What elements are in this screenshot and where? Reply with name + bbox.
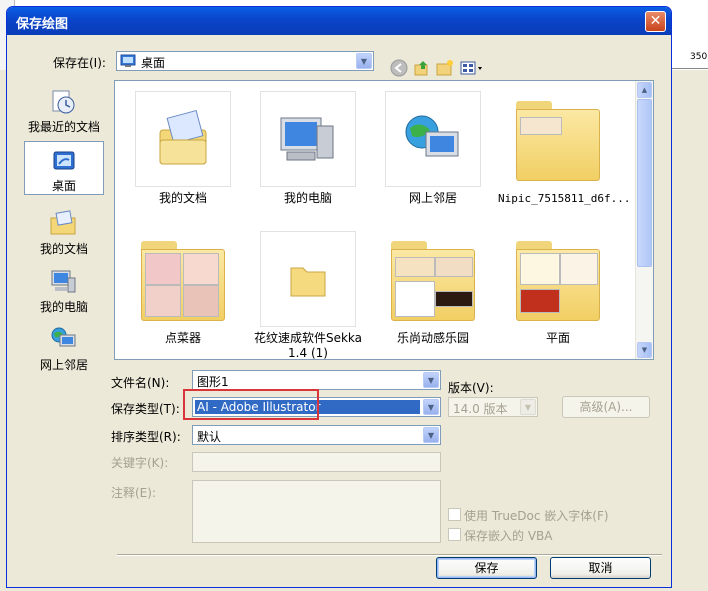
file-item[interactable]: 网上邻居 xyxy=(373,91,493,221)
place-network[interactable]: 网上邻居 xyxy=(21,320,107,374)
file-item[interactable]: 平面 xyxy=(498,231,618,359)
file-item[interactable]: 我的文档 xyxy=(123,91,243,221)
file-name: 乐尚动感乐园 xyxy=(396,331,469,345)
folder-icon xyxy=(141,241,225,321)
file-thumbnail xyxy=(260,231,356,327)
vba-checkbox[interactable] xyxy=(448,528,461,541)
background-ruler: 350 xyxy=(672,46,708,69)
close-button[interactable]: ✕ xyxy=(645,11,666,32)
version-label: 版本(V): xyxy=(448,381,494,395)
file-list-scrollbar[interactable]: ▲ ▼ xyxy=(635,81,653,359)
desktop-small-icon xyxy=(120,54,136,67)
file-list[interactable]: 我的文档 我的电脑 网上邻居 Nipic_7515811_d6f... 点菜器 … xyxy=(114,80,654,360)
cancel-button[interactable]: 取消 xyxy=(550,557,651,579)
savetype-label: 保存类型(T): xyxy=(111,402,180,416)
dialog-title: 保存绘图 xyxy=(16,17,69,32)
back-icon[interactable] xyxy=(390,59,408,77)
chevron-down-icon[interactable]: ▼ xyxy=(520,399,536,415)
file-item[interactable]: 我的电脑 xyxy=(248,91,368,221)
file-name: 我的电脑 xyxy=(283,191,332,205)
place-recent-documents[interactable]: 我最近的文档 xyxy=(21,82,107,136)
notes-label: 注释(E): xyxy=(111,486,156,500)
truedoc-label: 使用 TrueDoc 嵌入字体(F) xyxy=(464,509,609,523)
keyword-label: 关键字(K): xyxy=(111,456,169,470)
network-icon xyxy=(51,327,76,347)
file-item[interactable]: Nipic_7515811_d6f... xyxy=(498,91,631,221)
scrollbar-thumb[interactable] xyxy=(637,99,652,267)
up-folder-icon[interactable] xyxy=(413,59,431,77)
place-my-computer[interactable]: 我的电脑 xyxy=(21,262,107,316)
notes-textarea[interactable] xyxy=(192,480,441,543)
file-name: Nipic_7515811_d6f... xyxy=(498,192,631,205)
filename-combo[interactable]: 图形1 ▼ xyxy=(192,370,441,390)
sorttype-combo[interactable]: 默认 ▼ xyxy=(192,425,441,445)
title-bar[interactable]: 保存绘图 ✕ xyxy=(7,7,671,35)
place-my-documents[interactable]: 我的文档 xyxy=(21,204,107,258)
file-thumbnail xyxy=(135,231,231,327)
chevron-down-icon[interactable]: ▼ xyxy=(356,53,372,69)
truedoc-checkbox[interactable] xyxy=(448,508,461,521)
folder-icon xyxy=(516,241,600,321)
keyword-input[interactable] xyxy=(192,452,441,472)
file-thumbnail xyxy=(385,231,481,327)
file-thumbnail xyxy=(510,231,606,327)
folder-icon xyxy=(391,241,475,321)
recent-docs-icon xyxy=(52,90,75,114)
save-in-combo[interactable]: 桌面 ▼ xyxy=(116,51,374,71)
places-bar: 我最近的文档 桌面 我的文档 我的电脑 网上邻居 xyxy=(21,82,107,552)
file-name: 网上邻居 xyxy=(408,191,457,205)
chevron-down-icon[interactable]: ▼ xyxy=(423,399,439,415)
save-button[interactable]: 保存 xyxy=(436,557,537,579)
view-menu-icon[interactable] xyxy=(460,59,484,77)
save-drawing-dialog: 保存绘图 ✕ 保存在(I): 桌面 ▼ 我最近的文档 桌面 我的文档 我的电脑 … xyxy=(6,6,672,588)
vba-label: 保存嵌入的 VBA xyxy=(464,529,553,543)
separator xyxy=(117,554,662,556)
file-name: 我的文档 xyxy=(158,191,207,205)
folder-icon xyxy=(290,267,326,297)
file-name: 平面 xyxy=(545,331,570,345)
file-thumbnail xyxy=(385,91,481,187)
desktop-icon xyxy=(53,151,75,170)
file-name: 花纹速成软件Sekka 1.4 (1) xyxy=(253,331,363,360)
file-item[interactable]: 乐尚动感乐园 xyxy=(373,231,493,359)
my-documents-icon xyxy=(159,109,207,165)
sorttype-label: 排序类型(R): xyxy=(111,430,181,444)
file-name: 点菜器 xyxy=(164,331,201,345)
close-icon: ✕ xyxy=(649,13,662,29)
place-desktop[interactable]: 桌面 xyxy=(24,141,104,195)
folder-icon xyxy=(516,101,600,181)
file-thumbnail xyxy=(510,91,606,187)
chevron-down-icon[interactable]: ▼ xyxy=(423,372,439,388)
file-thumbnail xyxy=(135,91,231,187)
sorttype-value: 默认 xyxy=(197,430,222,444)
version-combo[interactable]: 14.0 版本 ▼ xyxy=(448,397,538,417)
advanced-button[interactable]: 高级(A)... xyxy=(562,396,650,418)
filename-label: 文件名(N): xyxy=(111,376,170,390)
network-icon xyxy=(405,115,459,157)
save-in-value: 桌面 xyxy=(141,56,166,70)
file-item[interactable]: 点菜器 xyxy=(123,231,243,359)
my-computer-icon xyxy=(280,117,334,161)
highlight-annotation xyxy=(183,389,319,420)
save-in-label: 保存在(I): xyxy=(53,56,106,70)
file-item[interactable]: 花纹速成软件Sekka 1.4 (1) xyxy=(248,231,368,360)
my-computer-icon xyxy=(51,270,76,293)
my-documents-icon xyxy=(50,210,76,235)
new-folder-icon[interactable] xyxy=(436,59,454,77)
scroll-down-icon[interactable]: ▼ xyxy=(637,342,652,358)
chevron-down-icon[interactable]: ▼ xyxy=(423,427,439,443)
file-thumbnail xyxy=(260,91,356,187)
version-value: 14.0 版本 xyxy=(453,402,508,416)
filename-value: 图形1 xyxy=(197,375,229,389)
scroll-up-icon[interactable]: ▲ xyxy=(637,82,652,98)
